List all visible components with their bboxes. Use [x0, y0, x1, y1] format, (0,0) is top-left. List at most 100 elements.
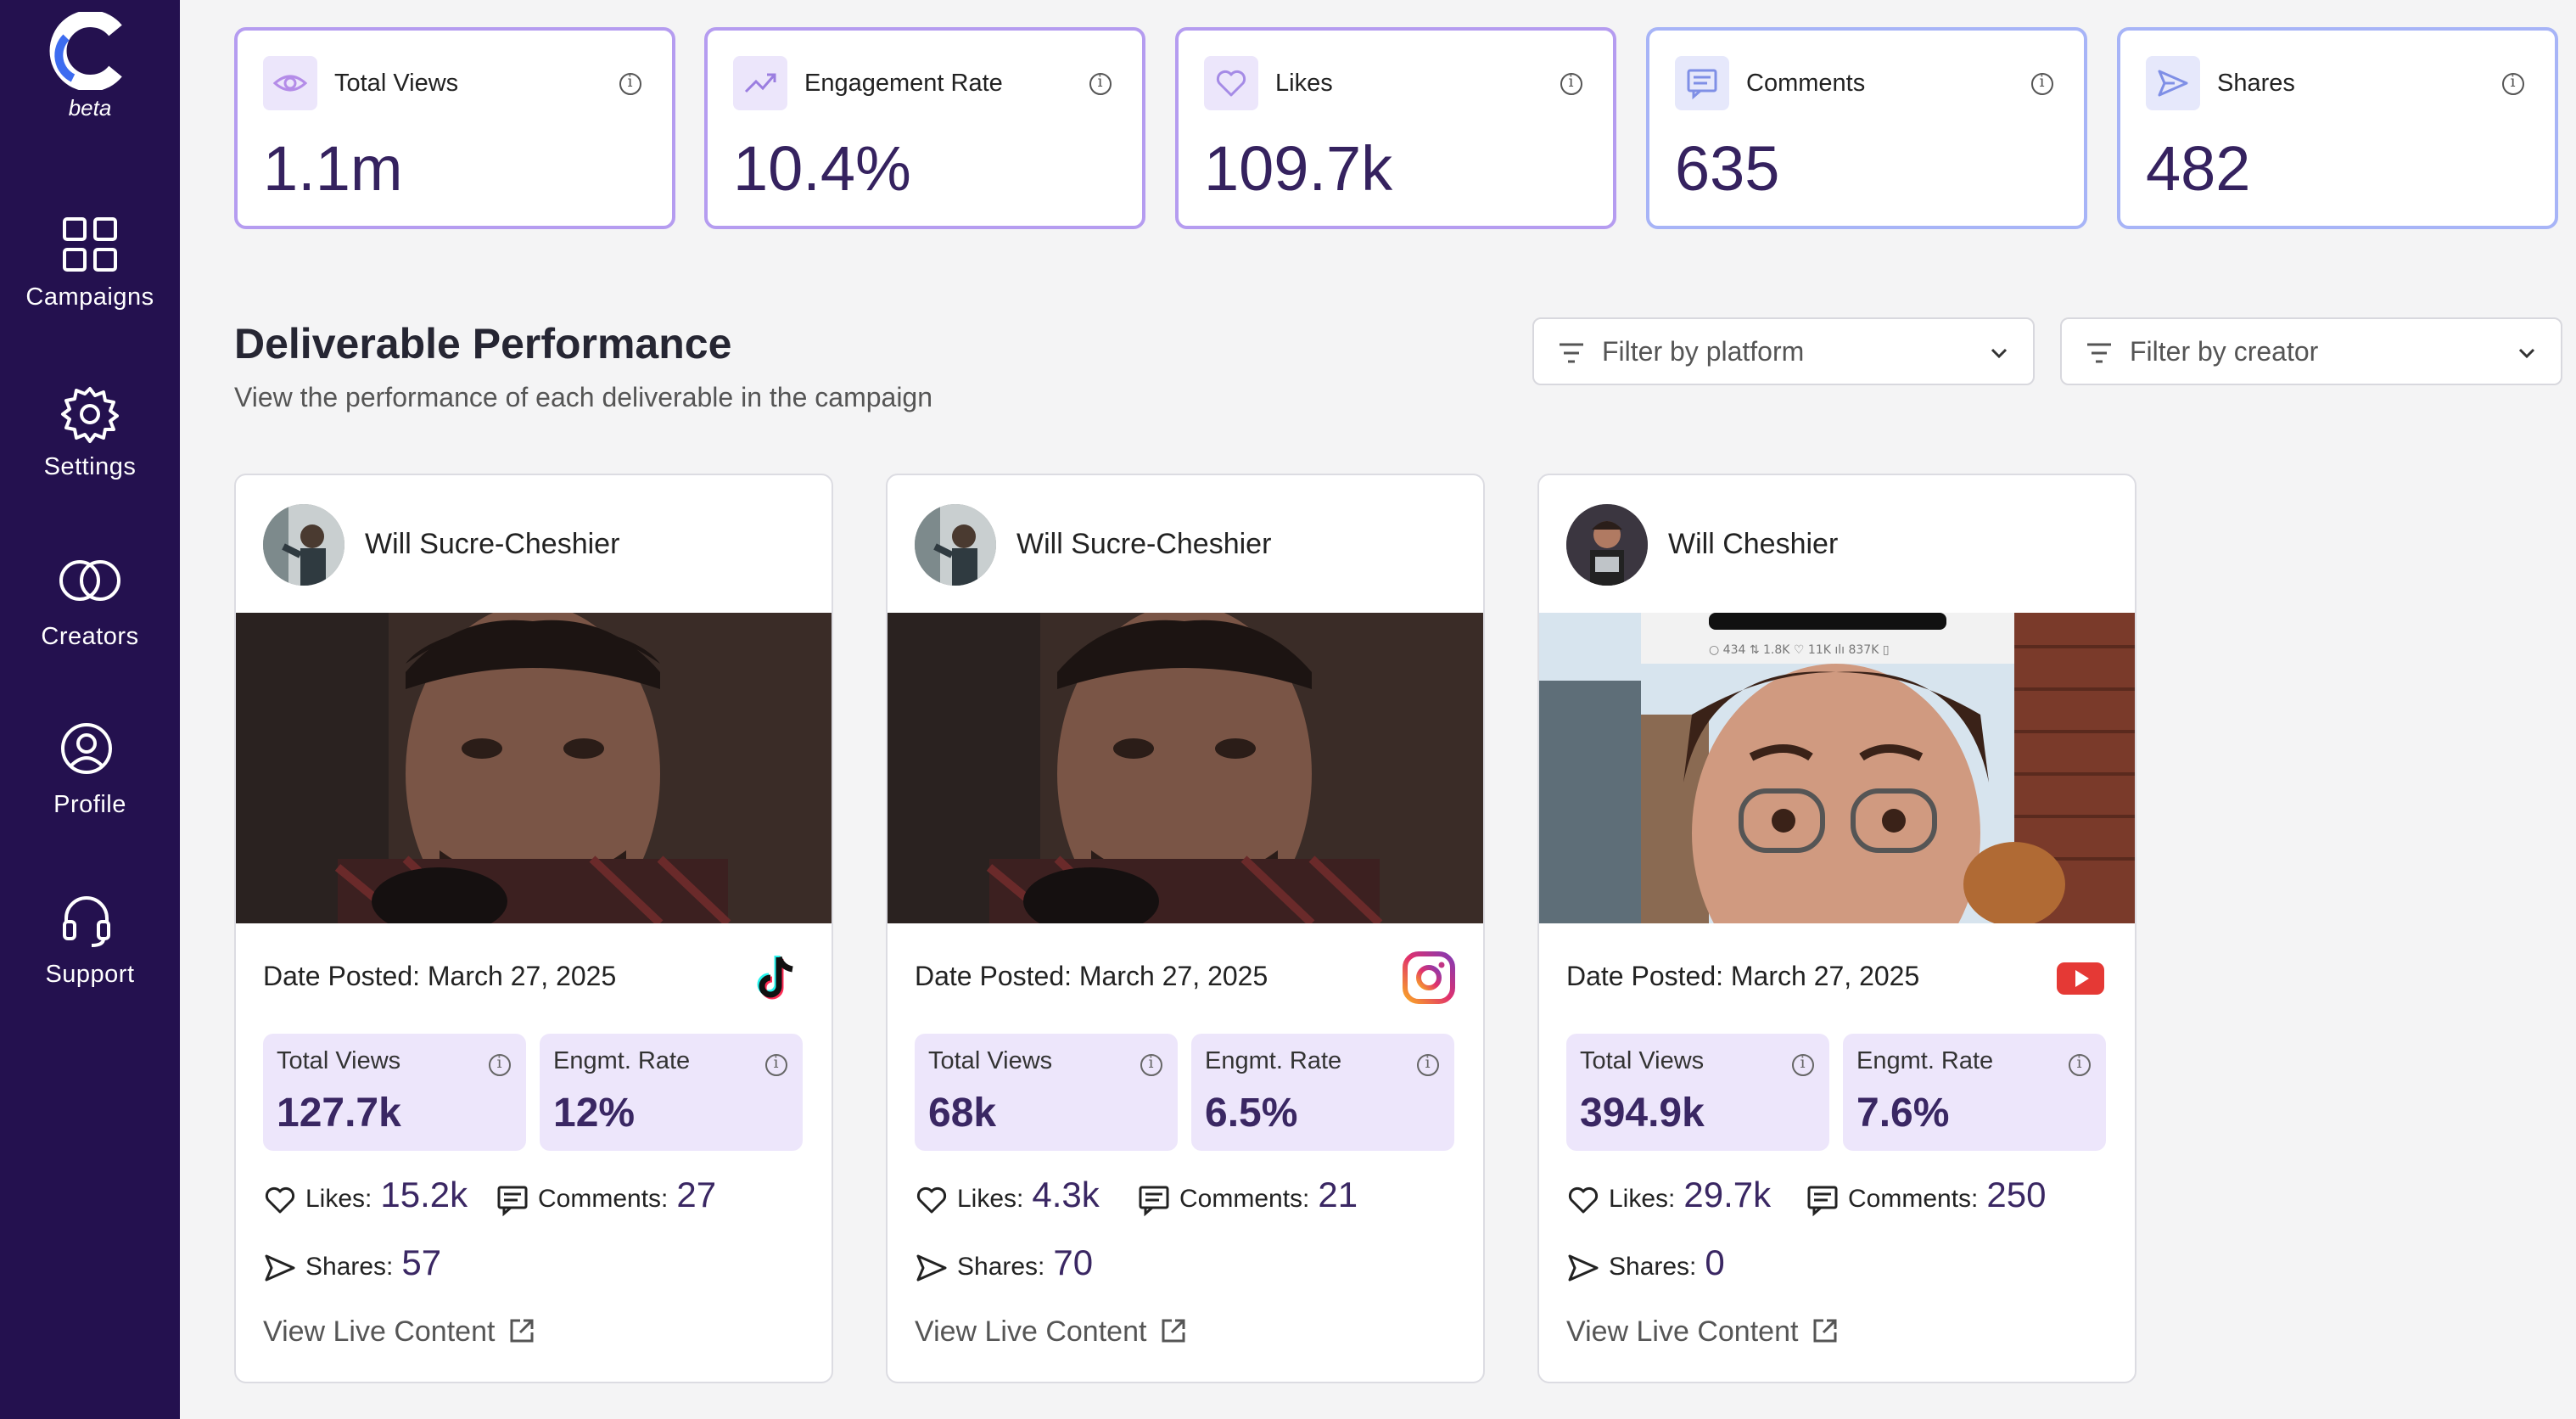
info-icon[interactable]: [619, 72, 641, 95]
stat-card-engagement-rate: Engagement Rate 10.4%: [704, 27, 1145, 229]
logo-beta-label: beta: [68, 95, 112, 121]
filter-platform-label: Filter by platform: [1602, 336, 1805, 367]
metric-label: Engmt. Rate: [553, 1047, 691, 1074]
creator-name: Will Sucre-Cheshier: [1016, 528, 1272, 560]
likes-row: Likes: 15.2k: [263, 1175, 468, 1217]
sidebar: beta Campaigns Settings Creators Profile…: [0, 0, 180, 1419]
info-icon[interactable]: [1089, 72, 1112, 95]
youtube-icon: [2053, 951, 2108, 1005]
view-live-content-link[interactable]: View Live Content: [263, 1315, 535, 1349]
metric-label: Engmt. Rate: [1205, 1047, 1342, 1074]
heart-icon: [265, 1187, 295, 1214]
content-thumbnail[interactable]: [888, 613, 1483, 923]
shares-value: 70: [1053, 1242, 1094, 1282]
filter-creator-select[interactable]: Filter by creator: [2060, 317, 2562, 385]
stat-label: Shares: [2217, 70, 2295, 97]
view-live-content-label: View Live Content: [1566, 1315, 1799, 1348]
shares-label: Shares:: [957, 1253, 1045, 1281]
metric-engagement-rate: Engmt. Rate 7.6%: [1843, 1034, 2106, 1151]
filter-platform-select[interactable]: Filter by platform: [1532, 317, 2035, 385]
likes-value: 4.3k: [1032, 1175, 1100, 1214]
comment-icon: [497, 1186, 528, 1217]
section-title: Deliverable Performance: [234, 320, 732, 367]
metric-value: 7.6%: [1856, 1091, 1950, 1136]
comments-label: Comments:: [1179, 1185, 1310, 1213]
filter-icon: [2087, 343, 2111, 363]
creator-avatar: [263, 504, 344, 586]
svg-text:○ 434 ⇅ 1.8K ♡ 11K ılı 837K: ○ 434 ⇅ 1.8K ♡ 11K ılı 837K ▯: [1709, 643, 1890, 657]
comments-row: Comments: 27: [496, 1175, 716, 1217]
creator-avatar: [915, 504, 996, 586]
heart-icon: [1568, 1187, 1599, 1214]
external-link-icon: [510, 1319, 534, 1343]
tiktok-icon: [750, 951, 804, 1005]
stat-label: Comments: [1746, 70, 1866, 97]
shares-value: 57: [401, 1242, 442, 1282]
metric-total-views: Total Views 68k: [915, 1034, 1178, 1151]
nav-settings[interactable]: Settings: [0, 382, 180, 509]
logo-icon: [49, 12, 122, 90]
metric-value: 127.7k: [277, 1091, 401, 1136]
view-live-content-link[interactable]: View Live Content: [1566, 1315, 1839, 1349]
deliverable-card: Will Sucre-Cheshier Date Posted: March 2…: [234, 474, 833, 1383]
eye-icon: [263, 56, 317, 110]
comments-row: Comments: 21: [1137, 1175, 1358, 1217]
grid-icon: [63, 217, 117, 272]
stat-value: 635: [1675, 133, 1780, 204]
headset-icon: [63, 896, 110, 947]
stat-label: Engagement Rate: [804, 70, 1003, 97]
instagram-icon: [1402, 951, 1456, 1005]
nav-creators[interactable]: Creators: [0, 552, 180, 679]
comments-value: 27: [676, 1175, 717, 1214]
shares-row: Shares: 70: [915, 1242, 1093, 1285]
stat-value: 482: [2146, 133, 2251, 204]
view-live-content-label: View Live Content: [915, 1315, 1147, 1348]
info-icon[interactable]: [1140, 1053, 1162, 1076]
shares-label: Shares:: [1609, 1253, 1697, 1281]
likes-label: Likes:: [957, 1185, 1024, 1213]
info-icon[interactable]: [2031, 72, 2053, 95]
date-posted: Date Posted: March 27, 2025: [263, 961, 617, 991]
stat-label: Total Views: [334, 70, 459, 97]
info-icon[interactable]: [765, 1053, 787, 1076]
info-icon[interactable]: [489, 1053, 511, 1076]
metric-value: 394.9k: [1580, 1091, 1705, 1136]
nav-settings-label: Settings: [43, 453, 137, 480]
stat-value: 10.4%: [733, 133, 911, 204]
view-live-content-link[interactable]: View Live Content: [915, 1315, 1187, 1349]
nav-support[interactable]: Support: [0, 889, 180, 1017]
comment-icon: [1139, 1186, 1169, 1217]
info-icon[interactable]: [2069, 1053, 2091, 1076]
shares-label: Shares:: [305, 1253, 394, 1281]
send-icon: [1568, 1254, 1599, 1282]
trending-up-icon: [733, 56, 787, 110]
filter-icon: [1560, 343, 1583, 363]
likes-row: Likes: 29.7k: [1566, 1175, 1771, 1217]
chevron-down-icon: [1991, 348, 2008, 359]
metric-value: 68k: [928, 1091, 997, 1136]
content-thumbnail[interactable]: ○ 434 ⇅ 1.8K ♡ 11K ılı 837K ▯: [1539, 613, 2135, 923]
info-icon[interactable]: [1792, 1053, 1814, 1076]
comments-value: 21: [1318, 1175, 1358, 1214]
shares-row: Shares: 0: [1566, 1242, 1725, 1285]
metric-value: 6.5%: [1205, 1091, 1298, 1136]
content-thumbnail[interactable]: [236, 613, 832, 923]
info-icon[interactable]: [1560, 72, 1582, 95]
app-logo[interactable]: beta: [0, 0, 180, 136]
filter-creator-label: Filter by creator: [2130, 336, 2319, 367]
date-posted: Date Posted: March 27, 2025: [1566, 961, 1920, 991]
shares-row: Shares: 57: [263, 1242, 441, 1285]
info-icon[interactable]: [1417, 1053, 1439, 1076]
likes-row: Likes: 4.3k: [915, 1175, 1100, 1217]
rings-icon: [59, 560, 120, 601]
send-icon: [265, 1254, 295, 1282]
deliverable-card: Will Cheshier ○ 434 ⇅ 1.8K ♡ 11K ılı 837…: [1537, 474, 2136, 1383]
nav-campaigns[interactable]: Campaigns: [0, 212, 180, 339]
heart-icon: [1204, 56, 1258, 110]
creator-name: Will Cheshier: [1668, 528, 1839, 560]
metric-total-views: Total Views 394.9k: [1566, 1034, 1829, 1151]
comments-value: 250: [1986, 1175, 2047, 1214]
info-icon[interactable]: [2502, 72, 2524, 95]
deliverable-card: Will Sucre-Cheshier Date Posted: March 2…: [886, 474, 1485, 1383]
nav-profile[interactable]: Profile: [0, 720, 180, 847]
